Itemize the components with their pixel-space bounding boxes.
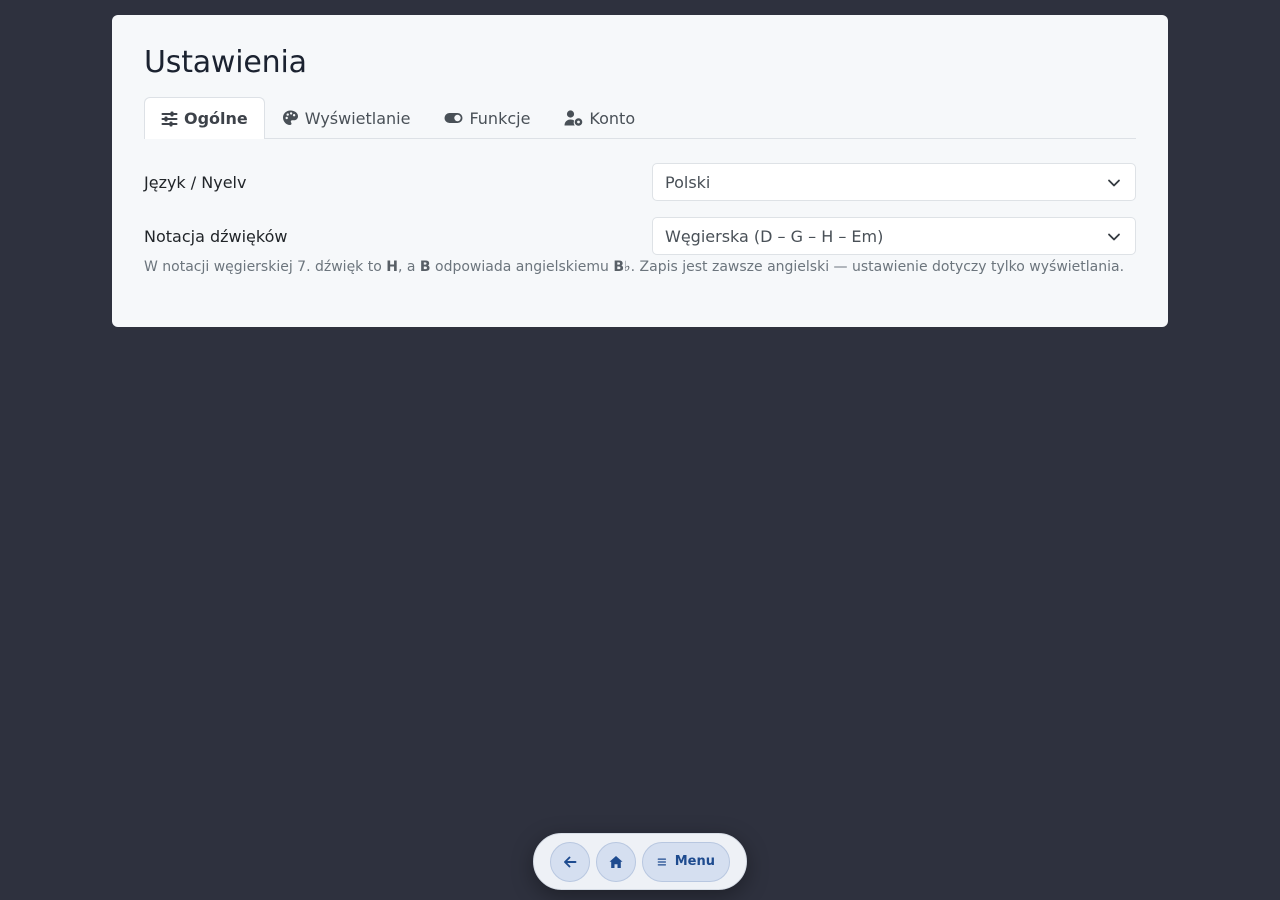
help-text-part: odpowiada angielskiemu <box>430 259 614 275</box>
notation-value: Węgierska (D – G – H – Em) <box>665 226 884 246</box>
notation-select[interactable]: Węgierska (D – G – H – Em) <box>652 217 1136 255</box>
toggle-icon <box>444 110 463 126</box>
back-button[interactable] <box>550 841 590 882</box>
tab-features[interactable]: Funkcje <box>427 97 547 138</box>
tab-label: Ogólne <box>184 109 248 128</box>
page-title: Ustawienia <box>144 45 307 80</box>
user-gear-icon <box>564 110 583 126</box>
setting-notation: Notacja dźwięków Węgierska (D – G – H – … <box>144 217 1136 255</box>
tab-general[interactable]: Ogólne <box>144 97 265 139</box>
tab-label: Wyświetlanie <box>304 108 411 128</box>
tab-display[interactable]: Wyświetlanie <box>265 97 428 138</box>
language-label: Język / Nyelv <box>144 172 247 192</box>
note-b-flat: B♭ <box>613 259 631 275</box>
sliders-icon <box>161 111 178 127</box>
language-select[interactable]: Polski <box>652 163 1136 201</box>
arrow-left-icon <box>564 856 577 867</box>
notation-label: Notacja dźwięków <box>144 226 288 246</box>
hamburger-icon <box>657 858 667 865</box>
note-b: B <box>419 259 431 275</box>
help-text-part: , a <box>397 259 420 275</box>
chevron-down-icon <box>1108 233 1120 241</box>
tab-label: Funkcje <box>469 108 531 128</box>
menu-button-label: Menu <box>674 854 715 869</box>
tab-account[interactable]: Konto <box>547 97 652 138</box>
settings-card: Ustawienia Ogólne Wyświetlanie Funkcje K… <box>112 15 1168 327</box>
setting-language: Język / Nyelv Polski <box>144 163 1136 201</box>
settings-tabs: Ogólne Wyświetlanie Funkcje Konto <box>144 97 1136 139</box>
floating-nav: Menu <box>533 833 747 890</box>
menu-button[interactable]: Menu <box>642 841 730 882</box>
home-icon <box>609 855 623 868</box>
tab-label: Konto <box>589 108 636 128</box>
notation-help-text: W notacji węgierskiej 7. dźwięk to H, a … <box>144 259 1124 275</box>
palette-icon <box>282 110 299 126</box>
help-text-part: W notacji węgierskiej 7. dźwięk to <box>144 259 387 275</box>
chevron-down-icon <box>1108 179 1120 187</box>
note-h: H <box>386 259 398 275</box>
help-text-part: . Zapis jest zawsze angielski — ustawien… <box>630 259 1125 275</box>
home-button[interactable] <box>596 841 636 882</box>
language-value: Polski <box>665 172 711 192</box>
